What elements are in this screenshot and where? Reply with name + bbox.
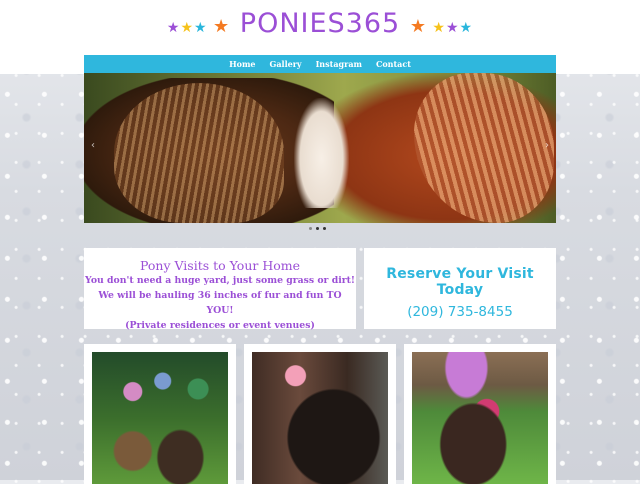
gallery-card[interactable] xyxy=(84,344,236,484)
hero-mane-left xyxy=(114,83,284,223)
chevron-left-icon[interactable]: ‹ xyxy=(88,141,98,151)
star-icon: ★★★ ★ xyxy=(166,16,231,37)
nav-instagram[interactable]: Instagram xyxy=(316,59,362,69)
nav-gallery[interactable]: Gallery xyxy=(270,59,302,69)
nav-contact[interactable]: Contact xyxy=(376,59,411,69)
reserve-card: Reserve Your Visit Today (209) 735-8455 xyxy=(364,248,556,329)
visits-title: Pony Visits to Your Home xyxy=(139,258,301,273)
gallery-card[interactable] xyxy=(404,344,556,484)
slideshow-dots xyxy=(309,227,326,230)
visits-line: You don't need a huge yard, just some gr… xyxy=(85,275,355,286)
visits-card: Pony Visits to Your Home You don't need … xyxy=(84,248,356,331)
gallery-photo-kids-riding xyxy=(92,352,228,484)
phone-link[interactable]: (209) 735-8455 xyxy=(364,304,556,320)
main-nav: Home Gallery Instagram Contact xyxy=(84,55,556,73)
reserve-title: Reserve Your Visit Today xyxy=(386,266,534,298)
star-icon: ★ ★★★ xyxy=(409,16,474,37)
visits-line: (Private residences or event venues) xyxy=(125,320,315,331)
hero-slideshow[interactable]: ‹ › xyxy=(84,73,556,223)
slide-dot-active[interactable] xyxy=(316,227,319,230)
slide-dot[interactable] xyxy=(309,227,312,230)
gallery-card[interactable] xyxy=(244,344,396,484)
slide-dot[interactable] xyxy=(323,227,326,230)
visits-line: We will be hauling 36 inches of fur and … xyxy=(98,290,342,316)
gallery-photo-saddled-pony xyxy=(412,352,548,484)
gallery-photo-dark-pony xyxy=(252,352,388,484)
hero-pony-blaze xyxy=(294,98,349,208)
nav-home[interactable]: Home xyxy=(229,59,255,69)
logo-text: PONIES365 xyxy=(239,8,401,39)
chevron-right-icon[interactable]: › xyxy=(542,141,552,151)
site-logo[interactable]: ★★★ ★ PONIES365 ★ ★★★ xyxy=(0,8,640,39)
